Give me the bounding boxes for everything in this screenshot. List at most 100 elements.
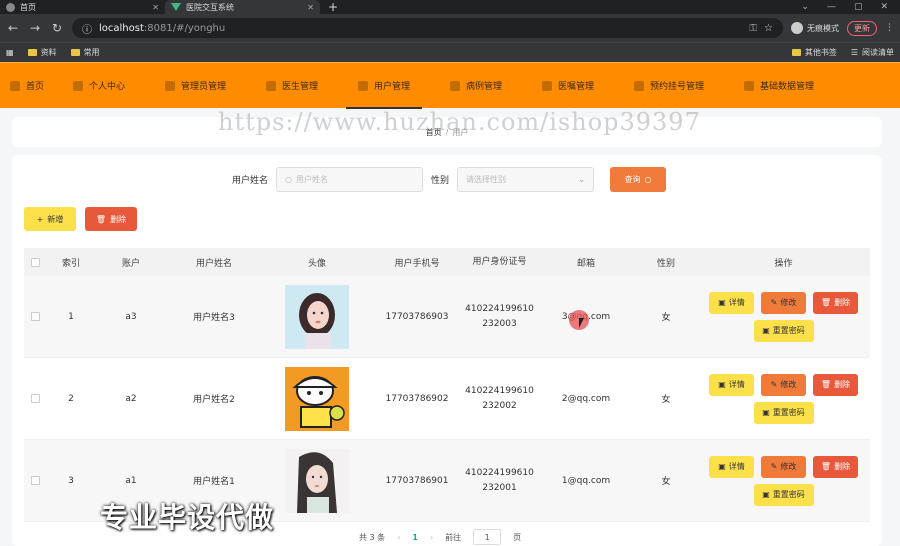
back-icon[interactable]: ← xyxy=(6,21,20,35)
nav-item-appointment[interactable]: 预约挂号管理 xyxy=(634,63,704,109)
delete-button[interactable]: 🗑 删除 xyxy=(813,455,858,478)
id-number-part: 232002 xyxy=(482,400,517,411)
pagination: 共 3 条 ‹ 1 › 前往 1 页 xyxy=(359,529,521,545)
goto-page-input[interactable]: 1 xyxy=(473,529,502,545)
browser-tab-home[interactable]: 首页 ✕ xyxy=(0,0,165,14)
bookmark-label: 其他书签 xyxy=(804,48,837,57)
query-button[interactable]: 查询 ○ xyxy=(610,167,667,192)
next-page-icon[interactable]: › xyxy=(430,533,433,542)
bookmark-star-icon[interactable]: ☆ xyxy=(764,23,773,34)
info-icon[interactable]: ⓘ xyxy=(82,21,92,36)
pencil-icon: ✎ xyxy=(770,462,778,471)
cell-index: 3 xyxy=(68,475,74,486)
bookmark-folder-other[interactable]: 其他书签 xyxy=(791,47,837,58)
calendar-icon xyxy=(634,80,644,91)
breadcrumb-current: 用户 xyxy=(452,127,469,137)
batch-delete-button[interactable]: 🗑 删除 xyxy=(85,207,137,231)
gender-select[interactable]: 请选择性别 ⌄ xyxy=(457,167,595,192)
forward-icon[interactable]: → xyxy=(28,21,42,35)
reset-password-label: 重置密码 xyxy=(772,326,805,335)
row-checkbox[interactable] xyxy=(30,476,40,485)
advice-icon xyxy=(542,80,552,91)
detail-button[interactable]: ▣ 详情 xyxy=(709,291,754,314)
nav-item-profile[interactable]: 个人中心 xyxy=(73,63,125,109)
add-button[interactable]: + 新增 xyxy=(24,207,76,231)
header-email: 邮箱 xyxy=(576,258,595,269)
cell-index: 1 xyxy=(68,311,74,322)
key-icon[interactable]: ⚿ xyxy=(749,23,757,34)
table-header: 索引 账户 用户姓名 头像 用户手机号 用户身份证号 邮箱 性别 操作 xyxy=(24,248,870,276)
new-tab-button[interactable]: + xyxy=(320,0,346,14)
nav-item-home[interactable]: 首页 xyxy=(10,63,44,109)
id-number-part: 232001 xyxy=(482,482,517,493)
maximize-icon[interactable]: ▢ xyxy=(854,0,863,14)
page-unit-label: 页 xyxy=(513,532,522,542)
menu-kebab-icon[interactable]: ⋮ xyxy=(885,23,894,33)
cell-id-number: 410224199610 232002 xyxy=(462,384,537,414)
address-bar[interactable]: ⓘ localhost:8081/#/yonghu ⚿ ☆ xyxy=(72,18,783,38)
incognito-chip[interactable]: 无痕模式 xyxy=(791,22,839,34)
breadcrumb-home[interactable]: 首页 xyxy=(426,127,442,138)
delete-button-label: 删除 xyxy=(110,214,127,224)
edit-button-label: 修改 xyxy=(780,298,797,307)
browser-tab-active[interactable]: 医院交互系统 ✕ xyxy=(165,0,320,14)
row-checkbox[interactable] xyxy=(30,312,40,321)
case-icon xyxy=(450,80,460,91)
update-button[interactable]: 更新 xyxy=(847,20,877,36)
id-number-part: 410224199610 xyxy=(465,467,534,478)
delete-button[interactable]: 🗑 删除 xyxy=(813,291,858,314)
nav-label: 个人中心 xyxy=(89,82,126,92)
nav-item-admin[interactable]: 管理员管理 xyxy=(165,63,226,109)
id-number-part: 410224199610 xyxy=(465,385,534,396)
gender-select-placeholder: 请选择性别 xyxy=(466,175,507,184)
prev-page-icon[interactable]: ‹ xyxy=(397,533,400,542)
edit-button-label: 修改 xyxy=(780,462,797,471)
delete-button[interactable]: 🗑 删除 xyxy=(813,373,858,396)
detail-button[interactable]: ▣ 详情 xyxy=(709,455,754,478)
apps-grid-icon[interactable]: ▦ xyxy=(6,48,14,57)
reading-list[interactable]: ☰ 阅读清单 xyxy=(851,47,894,58)
name-search-input[interactable]: ○ 用户姓名 xyxy=(276,167,424,192)
nav-item-doctor[interactable]: 医生管理 xyxy=(266,63,318,109)
search-icon: ○ xyxy=(644,175,652,184)
cell-phone: 17703786903 xyxy=(385,311,449,322)
nav-item-advice[interactable]: 医嘱管理 xyxy=(542,63,594,109)
close-icon[interactable]: ✕ xyxy=(307,3,314,12)
document-icon: ▣ xyxy=(718,380,726,389)
name-filter-label: 用户姓名 xyxy=(232,176,269,186)
tab-search-icon[interactable]: ⌄ xyxy=(801,0,809,14)
edit-button[interactable]: ✎ 修改 xyxy=(761,291,806,314)
edit-button[interactable]: ✎ 修改 xyxy=(761,373,806,396)
reset-password-button[interactable]: ▣ 重置密码 xyxy=(753,483,814,506)
document-icon: ▣ xyxy=(718,298,726,307)
cell-phone: 17703786902 xyxy=(385,393,449,404)
main-panel: 用户姓名 ○ 用户姓名 性别 请选择性别 ⌄ 查询 ○ + 新增 🗑 删除 索引… xyxy=(12,155,882,546)
action-bar: + 新增 🗑 删除 xyxy=(24,207,137,231)
page-number[interactable]: 1 xyxy=(412,533,418,542)
minimize-icon[interactable]: — xyxy=(827,0,836,14)
row-checkbox[interactable] xyxy=(30,394,40,403)
nav-item-basedata[interactable]: 基础数据管理 xyxy=(744,63,814,109)
cell-phone: 17703786901 xyxy=(385,475,449,486)
nav-item-case[interactable]: 病例管理 xyxy=(450,63,502,109)
bookmark-label: 常用 xyxy=(83,48,100,57)
bookmark-label: 资料 xyxy=(40,48,57,57)
bookmark-folder[interactable]: 常用 xyxy=(70,47,100,58)
nav-label: 医生管理 xyxy=(282,82,319,92)
cell-email: 1@qq.com xyxy=(561,475,611,486)
detail-button[interactable]: ▣ 详情 xyxy=(709,373,754,396)
bookmark-folder[interactable]: 资料 xyxy=(27,47,57,58)
window-close-icon[interactable]: ✕ xyxy=(880,0,888,14)
reload-icon[interactable]: ↻ xyxy=(50,21,64,35)
total-count: 共 3 条 xyxy=(359,532,386,542)
vue-icon xyxy=(171,3,181,11)
reset-password-button[interactable]: ▣ 重置密码 xyxy=(753,319,814,342)
reset-password-button[interactable]: ▣ 重置密码 xyxy=(753,401,814,424)
cell-gender: 女 xyxy=(661,395,671,405)
nav-item-user[interactable]: 用户管理 xyxy=(345,63,423,109)
select-all-checkbox[interactable] xyxy=(30,257,40,267)
edit-button[interactable]: ✎ 修改 xyxy=(761,455,806,478)
detail-button-label: 详情 xyxy=(728,462,745,471)
breadcrumb: 首页 / 用户 xyxy=(12,117,882,147)
close-icon[interactable]: ✕ xyxy=(152,3,159,12)
